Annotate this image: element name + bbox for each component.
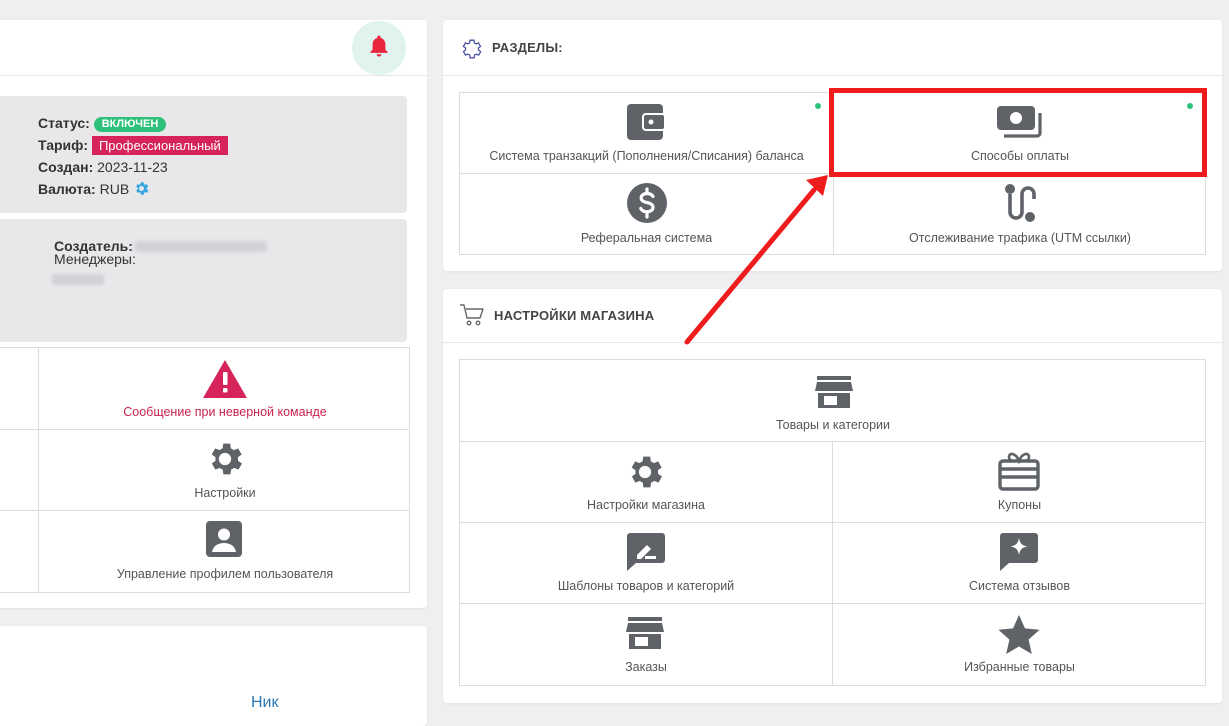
nickname-link[interactable]: Ник	[251, 694, 279, 712]
coupon-icon	[998, 451, 1040, 491]
store-icon	[815, 376, 853, 410]
shop-divider	[443, 342, 1222, 343]
shop-item-label: Шаблоны товаров и категорий	[557, 579, 735, 593]
managers-label: Менеджеры:	[54, 251, 136, 267]
cart-icon	[459, 303, 485, 327]
shop-item-products-categories[interactable]: Товары и категории	[460, 360, 1206, 441]
menu-item-settings[interactable]: Настройки	[39, 429, 411, 510]
bot-info-box: Статус: ВКЛЮЧЕН Тариф: Профессиональный …	[0, 96, 407, 213]
shop-item-templates[interactable]: Шаблоны товаров и категорий	[460, 523, 832, 603]
menu-item-label: Управление профилем пользователя	[116, 567, 334, 581]
sections-title: РАЗДЕЛЫ:	[492, 40, 563, 55]
route-icon	[1000, 182, 1040, 224]
tariff-badge: Профессиональный	[91, 136, 228, 155]
active-indicator-dot	[815, 103, 821, 109]
menu-item-wrong-command-message[interactable]: Сообщение при неверной команде	[39, 348, 411, 429]
creator-redacted	[135, 241, 267, 252]
bot-menu-grid: Сообщение при неверной команде Настройки…	[0, 347, 410, 593]
currency-row: Валюта: RUB	[38, 180, 150, 200]
shop-item-label: Настройки магазина	[587, 498, 705, 512]
dollar-circle-icon	[626, 182, 668, 224]
menu-item-label: Сообщение при неверной команде	[123, 405, 327, 419]
shop-item-store-settings[interactable]: Настройки магазина	[460, 442, 832, 522]
section-utm-tracking[interactable]: Отслеживание трафика (UTM ссылки)	[834, 174, 1206, 255]
section-referral[interactable]: Реферальная система	[460, 174, 833, 255]
notifications-button[interactable]	[352, 21, 406, 75]
shop-item-label: Заказы	[625, 660, 667, 674]
shop-item-label: Купоны	[997, 498, 1042, 512]
header-divider	[0, 75, 427, 76]
shop-item-favorites[interactable]: Избранные товары	[833, 604, 1206, 686]
shop-item-coupons[interactable]: Купоны	[833, 442, 1206, 522]
section-label: Реферальная система	[580, 231, 713, 245]
tariff-label: Тариф:	[38, 137, 89, 153]
currency-settings-gear-icon[interactable]	[133, 180, 150, 200]
review-icon	[998, 532, 1040, 572]
bell-icon	[368, 34, 390, 63]
gear-icon	[204, 438, 246, 480]
created-value: 2023-11-23	[97, 159, 168, 175]
store-icon	[626, 617, 664, 651]
team-info-box: Создатель: Менеджеры:	[0, 219, 407, 342]
currency-label: Валюта:	[38, 181, 96, 197]
shop-settings-grid: Товары и категории Настройки магазина Ку…	[459, 359, 1206, 686]
created-row: Создан: 2023-11-23	[38, 159, 168, 175]
warning-icon	[202, 359, 248, 399]
section-label: Система транзакций (Пополнения/Списания)…	[489, 149, 804, 163]
shop-item-label: Система отзывов	[968, 579, 1071, 593]
shop-item-label: Товары и категории	[775, 418, 891, 432]
shop-settings-card: НАСТРОЙКИ МАГАЗИНА Товары и категории На…	[443, 289, 1222, 703]
template-icon	[625, 532, 667, 572]
status-badge: ВКЛЮЧЕН	[93, 117, 167, 132]
status-label: Статус:	[38, 115, 90, 131]
menu-item-label: Настройки	[194, 486, 256, 500]
shop-settings-title: НАСТРОЙКИ МАГАЗИНА	[494, 308, 655, 323]
currency-value: RUB	[99, 181, 130, 197]
section-transactions[interactable]: Система транзакций (Пополнения/Списания)…	[460, 93, 833, 173]
bot-info-card: Статус: ВКЛЮЧЕН Тариф: Профессиональный …	[0, 20, 427, 608]
user-profile-icon	[205, 520, 243, 558]
shop-item-label: Избранные товары	[964, 660, 1075, 674]
annotation-highlight-box	[829, 88, 1207, 177]
shop-item-orders[interactable]: Заказы	[460, 604, 832, 686]
managers-redacted	[52, 274, 104, 285]
status-row: Статус: ВКЛЮЧЕН	[38, 115, 167, 132]
gear-icon	[624, 451, 666, 493]
shop-item-reviews[interactable]: Система отзывов	[833, 523, 1206, 603]
created-label: Создан:	[38, 159, 94, 175]
sections-divider	[443, 75, 1222, 76]
sections-gear-outline-icon	[459, 37, 483, 61]
left-bottom-card: Ник	[0, 626, 427, 726]
section-label: Отслеживание трафика (UTM ссылки)	[909, 231, 1131, 245]
menu-item-user-profile[interactable]: Управление профилем пользователя	[39, 510, 411, 591]
star-icon	[998, 614, 1040, 654]
wallet-icon	[626, 103, 666, 141]
tariff-row: Тариф: Профессиональный	[38, 136, 228, 155]
